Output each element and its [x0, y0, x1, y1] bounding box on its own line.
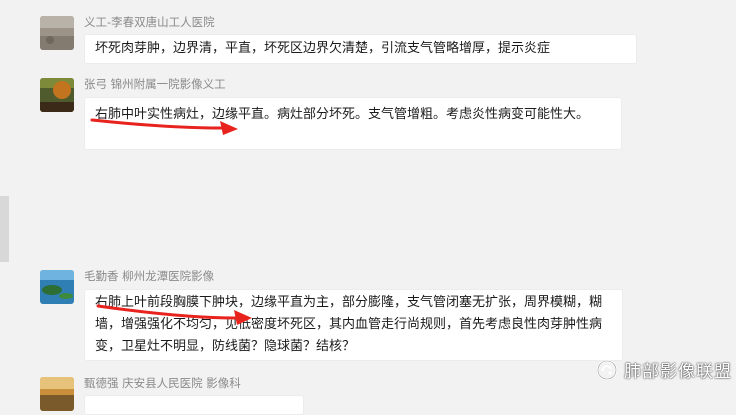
sender-name: 毛勤香 柳州龙潭医院影像: [84, 269, 215, 283]
message-bubble[interactable]: 右肺中叶实性病灶，边缘平直。病灶部分坏死。支气管增粗。考虑炎性病变可能性大。: [84, 97, 622, 150]
message-text: 右肺中叶实性病灶，边缘平直。病灶部分坏死。支气管增粗。考虑炎性病变可能性大。: [95, 107, 590, 122]
avatar[interactable]: [40, 16, 74, 50]
message-text: 坏死肉芽肿，边界清，平直，坏死区边界欠清楚，引流支气管略增厚，提示炎症: [95, 41, 551, 56]
message-bubble[interactable]: [84, 395, 304, 415]
message-bubble[interactable]: 右肺上叶前段胸膜下肿块，边缘平直为主，部分膨隆，支气管闭塞无扩张，周界模糊，糊墙…: [84, 289, 623, 361]
sender-name: 张弓 锦州附属一院影像义工: [84, 77, 226, 91]
message-text: 右肺上叶前段胸膜下肿块，边缘平直为主，部分膨隆，支气管闭塞无扩张，周界模糊，糊墙…: [95, 295, 603, 354]
avatar[interactable]: [40, 78, 74, 112]
avatar[interactable]: [40, 377, 74, 411]
watermark: 肺部影像联盟: [596, 357, 732, 382]
scrollbar-thumb[interactable]: [0, 196, 9, 262]
wechat-official-account-icon: [597, 359, 617, 380]
avatar[interactable]: [40, 270, 74, 304]
sender-name: 甄德强 庆安县人民医院 影像科: [84, 376, 241, 390]
watermark-text: 肺部影像联盟: [624, 362, 732, 382]
message-bubble[interactable]: 坏死肉芽肿，边界清，平直，坏死区边界欠清楚，引流支气管略增厚，提示炎症: [84, 34, 637, 64]
left-rail: [0, 0, 12, 398]
sender-name: 义工-李春双唐山工人医院: [84, 15, 215, 29]
